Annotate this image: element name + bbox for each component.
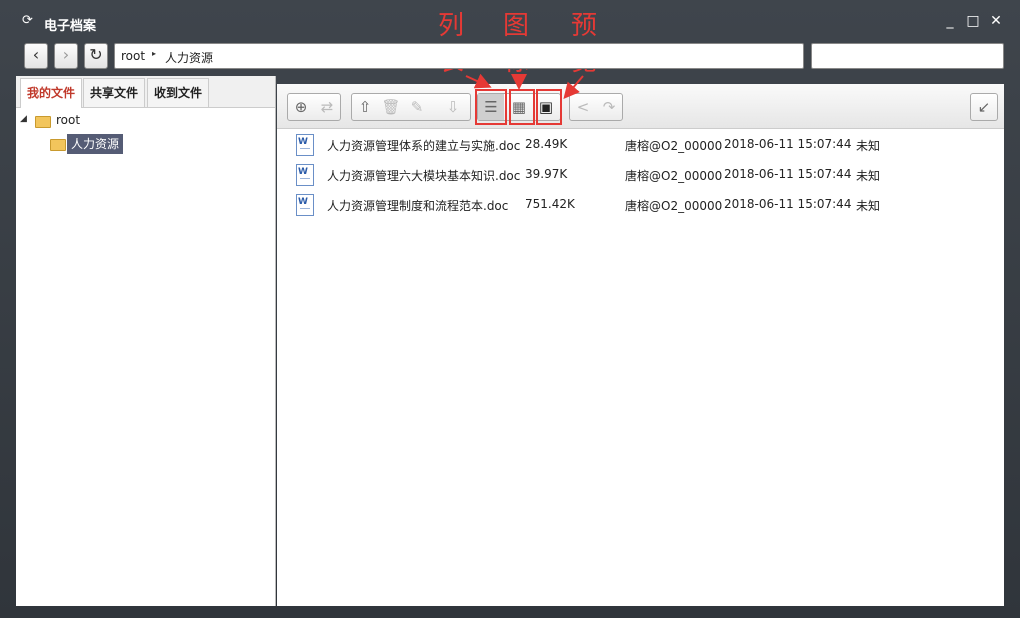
annotation-arrow-preview: [563, 75, 584, 100]
annotation-arrows: [465, 73, 584, 100]
annotation-arrow-list: [465, 73, 492, 89]
app-window: ⟳ 电子档案 _ □ ✕ 列 表 图 标 预 览 ‹ › ↻ root ▸ 人力…: [0, 0, 1020, 618]
